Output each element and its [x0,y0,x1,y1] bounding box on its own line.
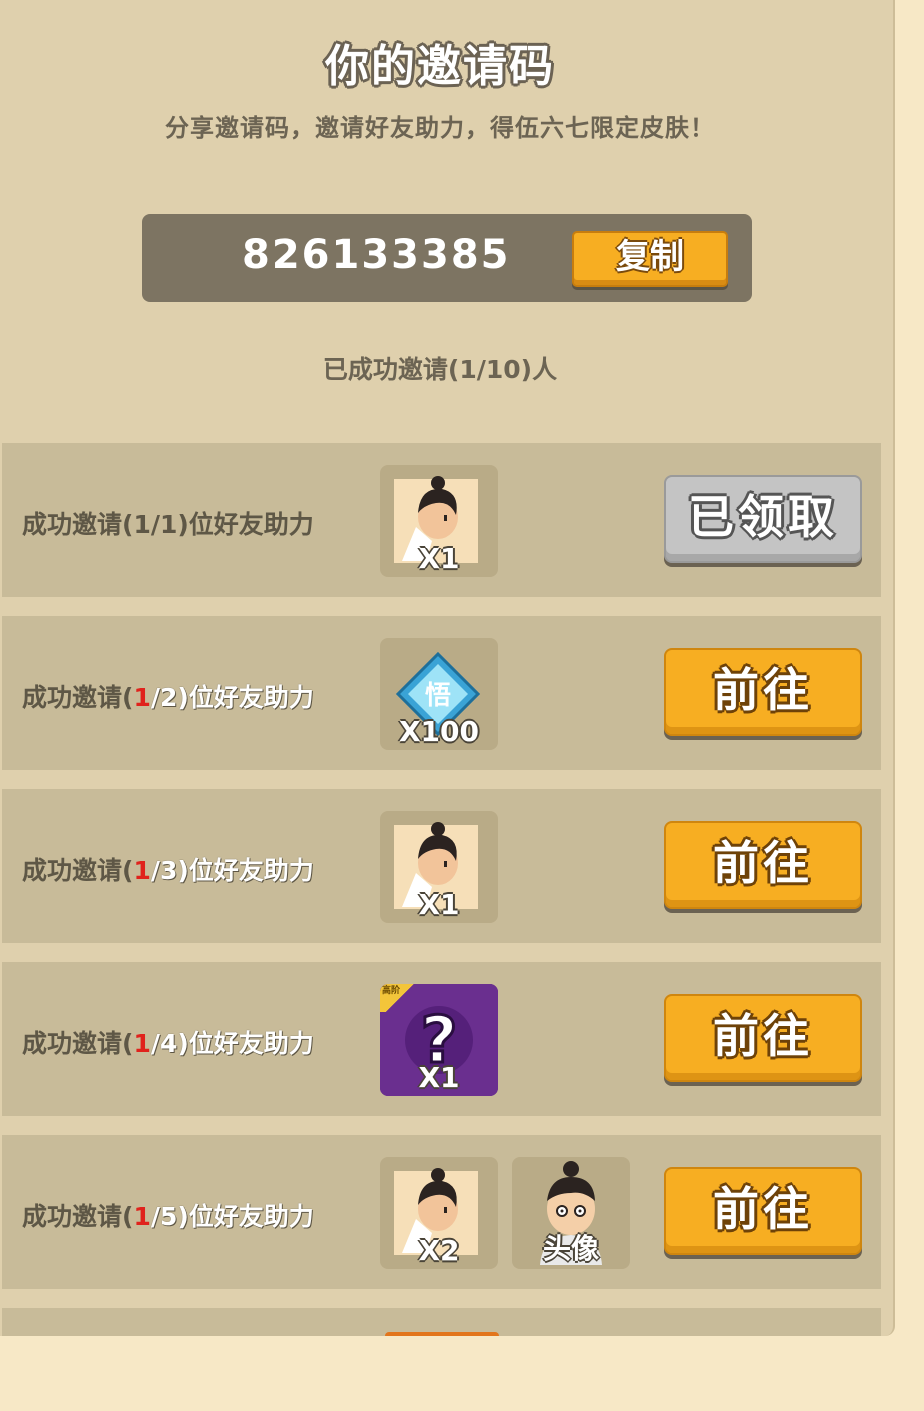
svg-text:悟: 悟 [425,681,451,711]
reward-slot: X2 [380,1157,498,1269]
go-button[interactable]: 前往 [664,821,862,909]
go-button[interactable]: 前往 [664,1167,862,1255]
go-button[interactable]: 前往 [664,994,862,1082]
reward-slot: 头像 [512,1157,630,1269]
go-button[interactable]: 前往 [664,648,862,736]
invite-panel: 你的邀请码 分享邀请码，邀请好友助力，得伍六七限定皮肤！ 826133385 复… [0,0,895,1336]
reward-quantity: X2 [418,1234,460,1267]
reward-slot [385,1332,499,1336]
invite-code: 826133385 [242,232,511,278]
task-label: 成功邀请(1/4)位好友助力 [22,1029,314,1058]
task-label: 成功邀请(1/3)位好友助力 [22,856,314,885]
task-label: 成功邀请(1/5)位好友助力 [22,1202,314,1231]
task-row: 成功邀请(1/4)位好友助力 ? 高阶 X1 前往 [2,962,881,1116]
claimed-button[interactable]: 已领取 [664,475,862,563]
task-row: 成功邀请(1/1)位好友助力 X1 已领取 [2,443,881,597]
reward-quantity: X1 [418,888,460,921]
task-row: 成功邀请(1/3)位好友助力 X1 前往 [2,789,881,943]
invite-progress: 已成功邀请(1/10)人 [322,355,558,384]
reward-slot: X1 [380,465,498,577]
page-title: 你的邀请码 [325,41,555,92]
page-subtitle: 分享邀请码，邀请好友助力，得伍六七限定皮肤！ [165,114,715,142]
reward-quantity: X1 [418,1061,460,1094]
reward-slot: ? 高阶 X1 [380,984,498,1096]
reward-quantity: 头像 [542,1232,599,1265]
task-label: 成功邀请(1/2)位好友助力 [22,683,314,712]
invite-code-box: 826133385 复制 [142,214,752,302]
tier-badge: 高阶 [380,984,420,1012]
reward-quantity: X100 [398,715,480,748]
task-row: 成功邀请(1/2)位好友助力 悟 X100 前往 [2,616,881,770]
copy-button[interactable]: 复制 [572,231,728,287]
task-row [2,1308,881,1336]
task-label: 成功邀请(1/1)位好友助力 [22,510,314,539]
reward-quantity: X1 [418,542,460,575]
reward-slot: X1 [380,811,498,923]
task-row: 成功邀请(1/5)位好友助力 X2 头像 前往 [2,1135,881,1289]
reward-slot: 悟 X100 [380,638,498,750]
